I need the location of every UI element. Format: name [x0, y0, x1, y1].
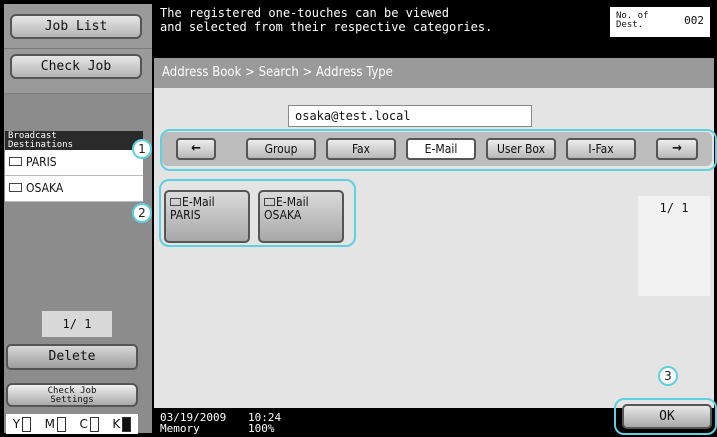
copier-screen: Job List Check Job Broadcast Destination…	[0, 0, 717, 437]
toner-bar	[122, 416, 132, 432]
toner-bar	[22, 416, 32, 432]
check-job-settings-button[interactable]: Check Job Settings	[6, 383, 138, 407]
memory-value: 100%	[248, 422, 275, 435]
callout-ring-addresses	[159, 179, 356, 247]
toner-levels: Y M C K	[6, 414, 138, 434]
toner-letter: M	[44, 416, 55, 431]
search-value-field: osaka@test.local	[288, 105, 532, 127]
destination-name: OSAKA	[26, 181, 64, 195]
dest-count-label: No. of Dest.	[616, 11, 649, 30]
toner-c: C	[79, 416, 99, 432]
toner-bar	[56, 416, 66, 432]
breadcrumb: Address Book > Search > Address Type	[154, 58, 714, 88]
callout-ring-ok	[614, 398, 717, 435]
memory-label: Memory	[160, 422, 200, 435]
left-page-indicator: 1/ 1	[42, 311, 112, 337]
toner-k: K	[112, 416, 132, 432]
list-item[interactable]: OSAKA	[5, 176, 143, 202]
toner-bar	[89, 416, 99, 432]
broadcast-destination-list: PARIS OSAKA	[5, 150, 143, 202]
envelope-icon	[9, 183, 22, 192]
toner-letter: C	[79, 416, 88, 431]
delete-button[interactable]: Delete	[6, 344, 138, 370]
broadcast-destinations-header: Broadcast Destinations	[5, 131, 143, 150]
page-indicator: 1/ 1	[659, 201, 689, 215]
instruction-message: The registered one-touches can be viewed…	[160, 6, 493, 34]
status-footer: 03/19/2009 10:24 Memory 100%	[160, 412, 281, 434]
callout-number-3: 3	[658, 366, 678, 386]
toner-m: M	[44, 416, 66, 432]
envelope-icon	[9, 157, 22, 166]
toner-letter: K	[112, 416, 121, 431]
callout-number-2: 2	[132, 203, 152, 223]
destination-name: PARIS	[26, 155, 57, 169]
destination-count: No. of Dest. 002	[610, 7, 710, 37]
toner-letter: Y	[12, 416, 21, 431]
callout-ring-category	[160, 129, 717, 171]
check-job-button[interactable]: Check Job	[10, 54, 142, 79]
toner-y: Y	[12, 416, 32, 432]
callout-number-1: 1	[132, 139, 152, 159]
list-item[interactable]: PARIS	[5, 150, 143, 176]
job-list-button[interactable]: Job List	[10, 14, 142, 39]
dest-count-value: 002	[684, 14, 704, 27]
